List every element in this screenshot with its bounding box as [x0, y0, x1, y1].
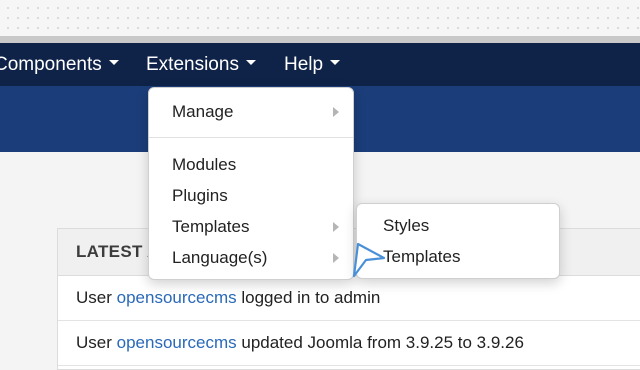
mouse-pointer-icon — [352, 242, 386, 278]
caret-down-icon — [330, 60, 341, 66]
submenu-item-label: Templates — [383, 247, 461, 266]
menu-item-plugins[interactable]: Plugins — [149, 181, 353, 211]
menu-item-label: Modules — [172, 155, 237, 174]
menu-item-templates[interactable]: Templates — [149, 212, 353, 242]
activity-suffix: logged in to admin — [236, 288, 381, 307]
activity-suffix: updated Joomla from 3.9.25 to 3.9.26 — [236, 333, 524, 352]
menu-item-label: Manage — [172, 102, 234, 121]
submenu-item-styles[interactable]: Styles — [357, 211, 559, 241]
menu-item-label: Templates — [172, 217, 250, 236]
activity-row: User opensourcecms updated Joomla from 3… — [58, 321, 640, 366]
activity-text: User opensourcecms updated Joomla from 3… — [76, 333, 524, 353]
activity-prefix: User — [76, 288, 117, 307]
menu-divider — [149, 137, 353, 138]
nav-extensions-label: Extensions — [146, 54, 239, 75]
menu-item-label: Language(s) — [172, 248, 268, 267]
gray-divider-band — [0, 36, 640, 43]
nav-help[interactable]: Help — [284, 43, 341, 86]
submenu-item-label: Styles — [383, 216, 430, 235]
activity-text: User opensourcecms logged in to admin — [76, 288, 380, 308]
nav-components[interactable]: Components — [0, 43, 119, 86]
top-navbar: Components Extensions Help — [0, 43, 640, 86]
nav-help-label: Help — [284, 54, 324, 75]
activity-row: User opensourcecms logged in to admin — [58, 276, 640, 321]
activity-prefix: User — [76, 333, 117, 352]
menu-item-languages[interactable]: Language(s) — [149, 243, 353, 273]
user-link[interactable]: opensourcecms — [117, 333, 237, 352]
nav-extensions[interactable]: Extensions — [146, 43, 256, 86]
caret-right-icon — [333, 107, 339, 117]
menu-item-modules[interactable]: Modules — [149, 150, 353, 180]
caret-down-icon — [245, 60, 256, 66]
menu-item-manage[interactable]: Manage — [149, 97, 353, 127]
nav-components-label: Components — [0, 54, 102, 75]
user-link[interactable]: opensourcecms — [117, 288, 237, 307]
caret-down-icon — [108, 60, 119, 66]
caret-right-icon — [333, 253, 339, 263]
caret-right-icon — [333, 222, 339, 232]
extensions-dropdown-menu: Manage Modules Plugins Templates Languag… — [148, 87, 354, 280]
dotted-background-strip — [0, 0, 640, 36]
menu-item-label: Plugins — [172, 186, 228, 205]
